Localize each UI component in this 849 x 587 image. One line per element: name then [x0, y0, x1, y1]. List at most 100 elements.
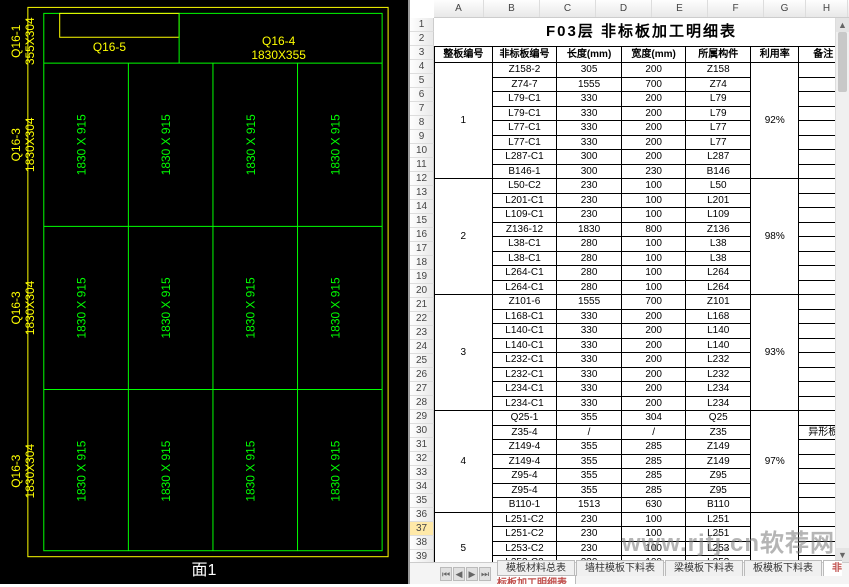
data-cell[interactable]: 800 [621, 222, 686, 237]
data-cell[interactable]: L253-C2 [492, 541, 557, 556]
data-cell[interactable]: L50-C2 [492, 179, 557, 194]
table-row[interactable]: 3Z101-61555700Z10193% [435, 295, 848, 310]
table-header-cell[interactable]: 所属构件 [686, 47, 751, 63]
table-header-cell[interactable]: 长度(mm) [557, 47, 622, 63]
tab-nav-first-icon[interactable]: ⏮ [440, 567, 452, 581]
data-cell[interactable]: 330 [557, 396, 622, 411]
data-cell[interactable]: Z149 [686, 440, 751, 455]
data-cell[interactable]: L234 [686, 382, 751, 397]
util-cell[interactable]: 93% [751, 295, 799, 411]
row-header[interactable]: 34 [410, 480, 434, 494]
col-header[interactable]: E [652, 0, 708, 17]
group-index-cell[interactable]: 4 [435, 411, 493, 513]
data-cell[interactable]: 200 [621, 135, 686, 150]
sheet-tab[interactable]: 板模板下料表 [744, 560, 822, 576]
data-cell[interactable]: 330 [557, 135, 622, 150]
data-cell[interactable]: 1555 [557, 77, 622, 92]
col-header[interactable]: B [484, 0, 540, 17]
spreadsheet-pane[interactable]: A B C D E F G H 123456789101112131415161… [410, 0, 849, 584]
sheet-tab[interactable]: 墙柱模板下料表 [576, 560, 664, 576]
data-cell[interactable]: 200 [621, 121, 686, 136]
table-row[interactable]: 4Q25-1355304Q2597% [435, 411, 848, 426]
data-cell[interactable]: L232 [686, 353, 751, 368]
data-cell[interactable]: L77 [686, 135, 751, 150]
data-cell[interactable]: 200 [621, 367, 686, 382]
data-cell[interactable]: 355 [557, 454, 622, 469]
data-cell[interactable]: L251 [686, 512, 751, 527]
data-cell[interactable]: L253 [686, 541, 751, 556]
data-cell[interactable]: Q25-1 [492, 411, 557, 426]
data-cell[interactable]: L232 [686, 367, 751, 382]
data-cell[interactable]: 330 [557, 92, 622, 107]
data-cell[interactable]: 100 [621, 179, 686, 194]
data-cell[interactable]: L201 [686, 193, 751, 208]
data-cell[interactable]: 230 [621, 164, 686, 179]
sheet-tabs[interactable]: ⏮ ◀ ▶ ⏭ 模板材料总表墙柱模板下料表梁模板下料表板模板下料表非标板加工明细… [410, 562, 849, 584]
data-cell[interactable]: 1830 [557, 222, 622, 237]
data-cell[interactable]: L251-C2 [492, 512, 557, 527]
data-cell[interactable]: Z136-12 [492, 222, 557, 237]
column-headers[interactable]: A B C D E F G H [434, 0, 849, 18]
row-header[interactable]: 35 [410, 494, 434, 508]
data-cell[interactable]: 1513 [557, 498, 622, 513]
data-cell[interactable]: L38 [686, 251, 751, 266]
util-cell[interactable]: 98% [751, 179, 799, 295]
data-cell[interactable]: 330 [557, 353, 622, 368]
data-cell[interactable]: 300 [557, 164, 622, 179]
data-cell[interactable]: Z35-4 [492, 425, 557, 440]
row-header[interactable]: 29 [410, 410, 434, 424]
row-header[interactable]: 31 [410, 438, 434, 452]
data-cell[interactable]: 100 [621, 527, 686, 542]
data-cell[interactable]: 230 [557, 512, 622, 527]
row-header[interactable]: 11 [410, 158, 434, 172]
data-cell[interactable]: 330 [557, 324, 622, 339]
data-cell[interactable]: 100 [621, 251, 686, 266]
data-cell[interactable]: L234-C1 [492, 382, 557, 397]
cad-viewport[interactable]: Q16-5 Q16-4 1830X355 Q16-1 355X304 Q16-3… [0, 0, 410, 584]
data-cell[interactable]: 200 [621, 63, 686, 78]
data-cell[interactable]: Z95 [686, 469, 751, 484]
table-row[interactable]: 1Z158-2305200Z15892% [435, 63, 848, 78]
data-cell[interactable]: 630 [621, 498, 686, 513]
data-cell[interactable]: 230 [557, 179, 622, 194]
data-cell[interactable]: L140-C1 [492, 338, 557, 353]
data-cell[interactable]: 330 [557, 382, 622, 397]
data-cell[interactable]: B146-1 [492, 164, 557, 179]
util-cell[interactable] [751, 512, 799, 562]
data-cell[interactable]: 200 [621, 396, 686, 411]
data-cell[interactable]: 230 [557, 208, 622, 223]
row-header[interactable]: 1 [410, 18, 434, 32]
data-cell[interactable]: L109-C1 [492, 208, 557, 223]
data-cell[interactable]: Z35 [686, 425, 751, 440]
data-cell[interactable]: 280 [557, 237, 622, 252]
row-header[interactable]: 14 [410, 200, 434, 214]
row-header[interactable]: 30 [410, 424, 434, 438]
data-cell[interactable]: 285 [621, 483, 686, 498]
data-cell[interactable]: 355 [557, 469, 622, 484]
data-cell[interactable]: 330 [557, 367, 622, 382]
row-header[interactable]: 25 [410, 354, 434, 368]
table-header-cell[interactable]: 利用率 [751, 47, 799, 63]
table-header-cell[interactable]: 宽度(mm) [621, 47, 686, 63]
data-cell[interactable]: L79-C1 [492, 106, 557, 121]
data-cell[interactable]: Z149-4 [492, 454, 557, 469]
data-cell[interactable]: 1555 [557, 295, 622, 310]
data-cell[interactable]: 100 [621, 280, 686, 295]
tab-nav-last-icon[interactable]: ⏭ [479, 567, 491, 581]
data-cell[interactable]: Z158 [686, 63, 751, 78]
data-cell[interactable]: B110-1 [492, 498, 557, 513]
data-cell[interactable]: 200 [621, 382, 686, 397]
table-header-cell[interactable]: 整板编号 [435, 47, 493, 63]
data-cell[interactable]: L50 [686, 179, 751, 194]
data-cell[interactable]: 100 [621, 237, 686, 252]
data-cell[interactable]: L77-C1 [492, 135, 557, 150]
row-header[interactable]: 32 [410, 452, 434, 466]
row-header[interactable]: 3 [410, 46, 434, 60]
util-cell[interactable]: 97% [751, 411, 799, 513]
data-cell[interactable]: 200 [621, 309, 686, 324]
row-header[interactable]: 36 [410, 508, 434, 522]
data-cell[interactable]: L234-C1 [492, 396, 557, 411]
data-cell[interactable]: 330 [557, 106, 622, 121]
data-cell[interactable]: L140 [686, 338, 751, 353]
row-header[interactable]: 16 [410, 228, 434, 242]
